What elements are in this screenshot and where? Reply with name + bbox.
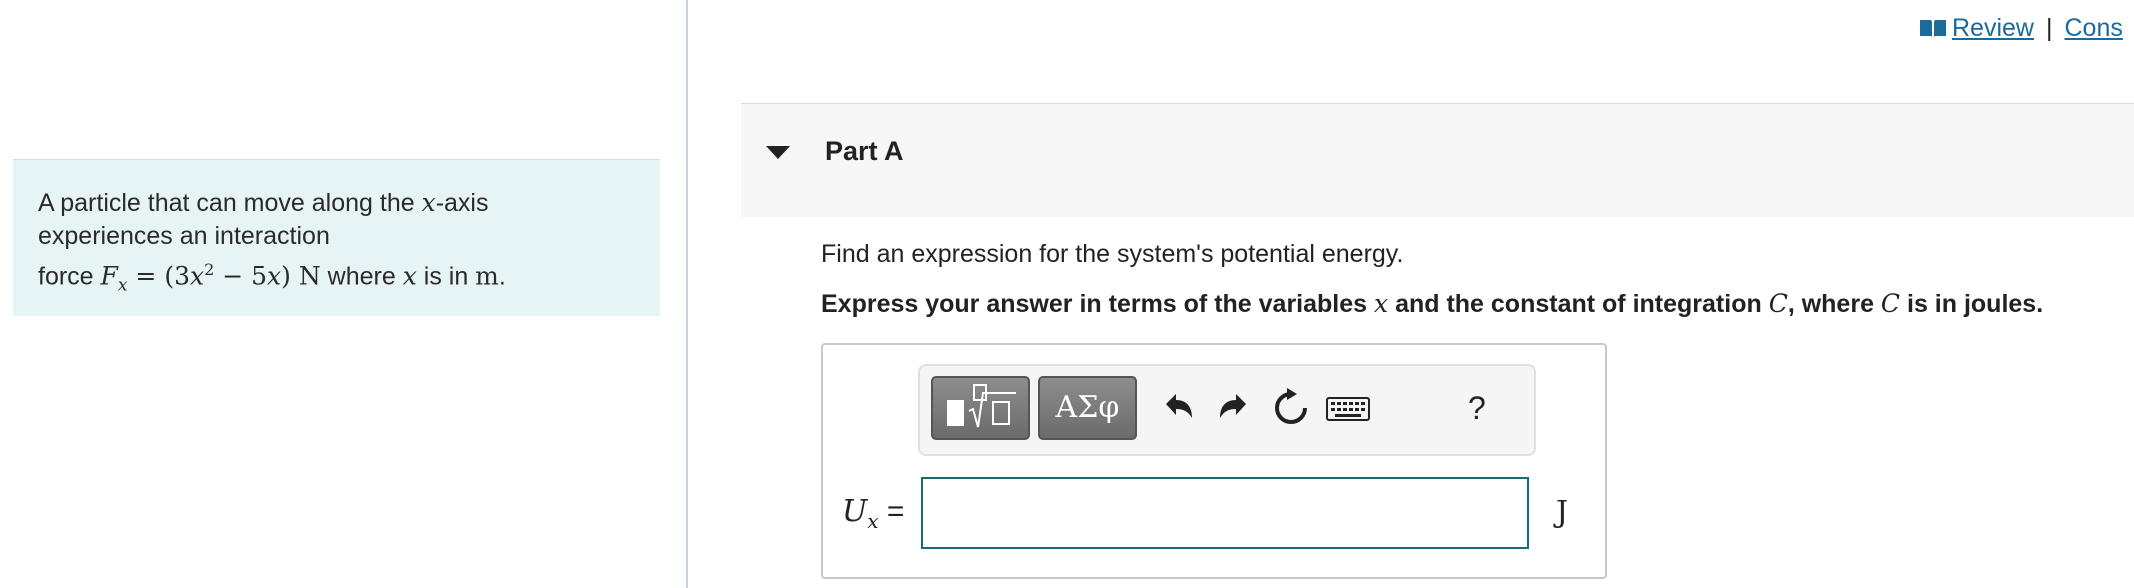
math-var-x: x (1374, 289, 1389, 318)
math-const-c: C (1880, 289, 1901, 318)
reset-icon[interactable] (1269, 386, 1313, 430)
symbols-button-label: ΑΣφ (1055, 390, 1120, 425)
problem-pane: A particle that can move along the x-axi… (0, 0, 686, 588)
help-button[interactable]: ? (1468, 390, 1486, 427)
instruction-text-part: , where (1787, 290, 1881, 318)
math-unit-m: m (475, 261, 499, 291)
book-icon (1920, 20, 1946, 37)
problem-text-part: experiences an interaction (38, 222, 330, 250)
math-equals-part: = (3 (127, 261, 190, 291)
collapse-caret-icon[interactable] (766, 146, 790, 159)
problem-text-part: . (498, 262, 506, 291)
math-minus-part: − 5 (214, 261, 268, 291)
math-const-c: C (1768, 289, 1788, 318)
answer-unit: J (1556, 495, 1569, 530)
problem-text-part: force (38, 262, 101, 291)
top-links: Review | Cons (1918, 12, 2123, 44)
math-u-symbol: U (842, 494, 868, 529)
math-unit-n: ) N (281, 261, 321, 291)
problem-text-part: where (320, 262, 403, 291)
constants-link[interactable]: Cons (2064, 14, 2122, 43)
undo-icon[interactable] (1156, 386, 1200, 430)
math-u-subscript: x (867, 509, 879, 533)
problem-statement: A particle that can move along the x-axi… (38, 186, 598, 302)
instruction-text-part: and the constant of integration (1388, 290, 1769, 318)
symbols-button[interactable]: ΑΣφ (1038, 376, 1137, 440)
problem-text-part: is in (416, 262, 476, 291)
pane-divider[interactable] (686, 0, 688, 588)
review-link[interactable]: Review (1952, 14, 2034, 43)
math-exponent: 2 (204, 260, 215, 279)
answer-input[interactable] (921, 477, 1529, 549)
keyboard-icon[interactable] (1325, 386, 1371, 430)
math-var-x: x (267, 261, 282, 291)
math-force-symbol: F (100, 261, 118, 291)
math-var-x: x (189, 261, 205, 291)
templates-button[interactable] (931, 376, 1030, 440)
part-header[interactable]: Part A (741, 103, 2134, 217)
math-var-x: x (402, 261, 417, 291)
templates-icon (947, 384, 1016, 428)
answer-instruction: Express your answer in terms of the vari… (821, 289, 2043, 319)
part-title: Part A (825, 136, 904, 166)
question-instruction: Find an expression for the system's pote… (821, 240, 1404, 268)
instruction-text-part: Express your answer in terms of the vari… (821, 290, 1375, 318)
link-separator: | (2045, 13, 2053, 42)
redo-icon[interactable] (1212, 386, 1256, 430)
answer-label: Ux = (842, 494, 904, 533)
math-var-x: x (421, 188, 436, 217)
problem-statement-box: A particle that can move along the x-axi… (13, 159, 660, 316)
answer-label-equals: = (878, 495, 905, 528)
problem-text-part: -axis (435, 189, 489, 217)
instruction-text-part: is in joules. (1900, 290, 2044, 318)
math-toolbar: ΑΣφ ? (918, 364, 1536, 456)
problem-text-part: A particle that can move along the (38, 189, 422, 217)
